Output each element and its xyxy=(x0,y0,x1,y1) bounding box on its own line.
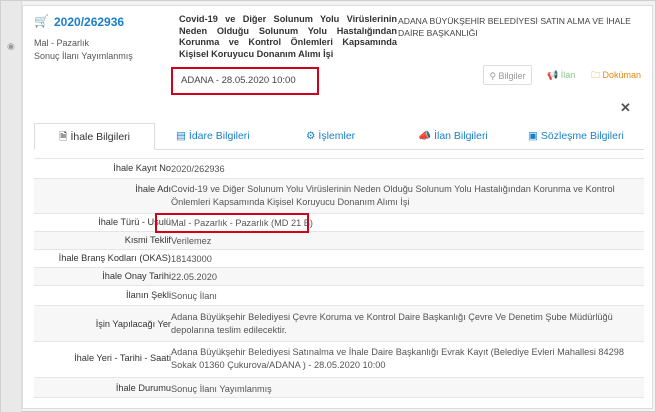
dokuman-label: Doküman xyxy=(602,70,642,80)
ilan-button[interactable]: 📢 İlan xyxy=(547,65,575,85)
tab-ihale-bilgileri[interactable]: 🗎 İhale Bilgileri xyxy=(34,123,155,150)
window-frame: ◉ 🛒 2020/262936 Mal - Pazarlık Sonuç İla… xyxy=(0,0,656,412)
document-icon: ▤ xyxy=(176,130,186,142)
eye-icon[interactable]: ◉ xyxy=(7,41,15,52)
table-row: İhale Onay Tarihi 22.05.2020 xyxy=(34,268,644,286)
tab-label: Sözleşme Bilgileri xyxy=(540,130,624,142)
row-value: 22.05.2020 xyxy=(171,272,217,282)
tab-sozlesme-bilgileri[interactable]: ▣ Sözleşme Bilgileri xyxy=(528,123,624,150)
row-label: İhale Kayıt No xyxy=(113,163,171,173)
row-value: Covid-19 ve Diğer Solunum Yolu Virüsleri… xyxy=(171,184,615,207)
row-label: İşin Yapılacağı Yer xyxy=(95,319,171,329)
table-row: Kısmi Teklif Verilemez xyxy=(34,232,644,250)
tender-number[interactable]: 2020/262936 xyxy=(54,15,124,29)
tab-islemler[interactable]: ⚙ İşlemler xyxy=(306,123,355,150)
row-value: Verilemez xyxy=(171,236,212,246)
place-date: ADANA - 28.05.2020 10:00 xyxy=(181,75,296,86)
side-strip: ◉ xyxy=(1,1,22,412)
row-value: Adana Büyükşehir Belediyesi Çevre Koruma… xyxy=(171,312,613,335)
row-label: İhale Branş Kodları (OKAS) xyxy=(58,253,171,263)
table-row: İşin Yapılacağı Yer Adana Büyükşehir Bele… xyxy=(34,306,644,342)
row-value: Sonuç İlanı xyxy=(171,291,217,301)
type-highlight xyxy=(155,213,309,233)
details-table: İhale Kayıt No 2020/262936 İhale Adı Covid… xyxy=(34,158,644,398)
row-label: İlanın Şekli xyxy=(126,290,171,300)
row-value: 2020/262936 xyxy=(171,164,225,174)
tab-label: İdare Bilgileri xyxy=(188,130,250,142)
folder-icon: 🗀 xyxy=(591,70,603,80)
table-row: İhale Türü - Usulü Mal - Pazarlık - Pazar… xyxy=(34,214,644,232)
table-row: İhale Kayıt No 2020/262936 xyxy=(34,159,644,179)
row-value: 18143000 xyxy=(171,254,212,264)
dokuman-button[interactable]: 🗀 Doküman xyxy=(591,65,641,85)
file-icon: 🗎 xyxy=(59,131,68,143)
tab-label: İlan Bilgileri xyxy=(434,130,488,142)
row-label: İhale Yeri - Tarihi - Saati xyxy=(74,353,171,363)
row-label: İhale Onay Tarihi xyxy=(102,271,171,281)
table-row: İhale Branş Kodları (OKAS) 18143000 xyxy=(34,250,644,268)
close-icon[interactable]: ✕ xyxy=(620,100,631,116)
cart-icon: 🛒 xyxy=(34,14,49,28)
tab-bar: 🗎 İhale Bilgileri ▤ İdare Bilgileri ⚙ İşlem… xyxy=(34,123,644,150)
tab-label: İhale Bilgileri xyxy=(70,131,130,143)
ilan-label: İlan xyxy=(560,70,576,80)
tab-idare-bilgileri[interactable]: ▤ İdare Bilgileri xyxy=(176,123,250,150)
row-label: Kısmi Teklif xyxy=(124,235,171,245)
row-value: Sonuç İlanı Yayımlanmış xyxy=(171,384,272,394)
contract-icon: ▣ xyxy=(528,130,538,142)
row-value: Adana Büyükşehir Belediyesi Satınalma ve… xyxy=(171,347,624,370)
search-icon: ⚲ xyxy=(489,71,499,81)
place-date-highlight: ADANA - 28.05.2020 10:00 xyxy=(171,67,319,95)
organization-name: ADANA BÜYÜKŞEHİR BELEDİYESİ SATIN ALMA V… xyxy=(398,16,631,38)
tender-title: Covid-19 ve Diğer Solunum Yolu Virüsleri… xyxy=(179,14,397,59)
bullhorn-icon: 📣 xyxy=(418,130,432,142)
row-label: İhale Durumu xyxy=(115,383,171,393)
table-row: İhale Yeri - Tarihi - Saati Adana Büyükşe… xyxy=(34,342,644,378)
tender-status: Sonuç İlanı Yayımlanmış xyxy=(34,51,133,61)
tender-header: 🛒 2020/262936 Mal - Pazarlık Sonuç İlanı… xyxy=(23,6,654,95)
bilgiler-label: Bilgiler xyxy=(498,71,526,81)
gears-icon: ⚙ xyxy=(306,130,316,142)
table-row: İhale Durumu Sonuç İlanı Yayımlanmış xyxy=(34,378,644,398)
row-label: İhale Adı xyxy=(135,184,171,194)
tender-card: 🛒 2020/262936 Mal - Pazarlık Sonuç İlanı… xyxy=(22,5,653,409)
tab-ilan-bilgileri[interactable]: 📣 İlan Bilgileri xyxy=(418,123,488,150)
table-row: İlanın Şekli Sonuç İlanı xyxy=(34,286,644,306)
bullhorn-icon: 📢 xyxy=(547,70,561,80)
tender-type: Mal - Pazarlık xyxy=(34,38,90,48)
tab-label: İşlemler xyxy=(318,130,356,142)
bilgiler-button[interactable]: ⚲ Bilgiler xyxy=(483,65,532,85)
table-row: İhale Adı Covid-19 ve Diğer Solunum Yolu … xyxy=(34,179,644,214)
